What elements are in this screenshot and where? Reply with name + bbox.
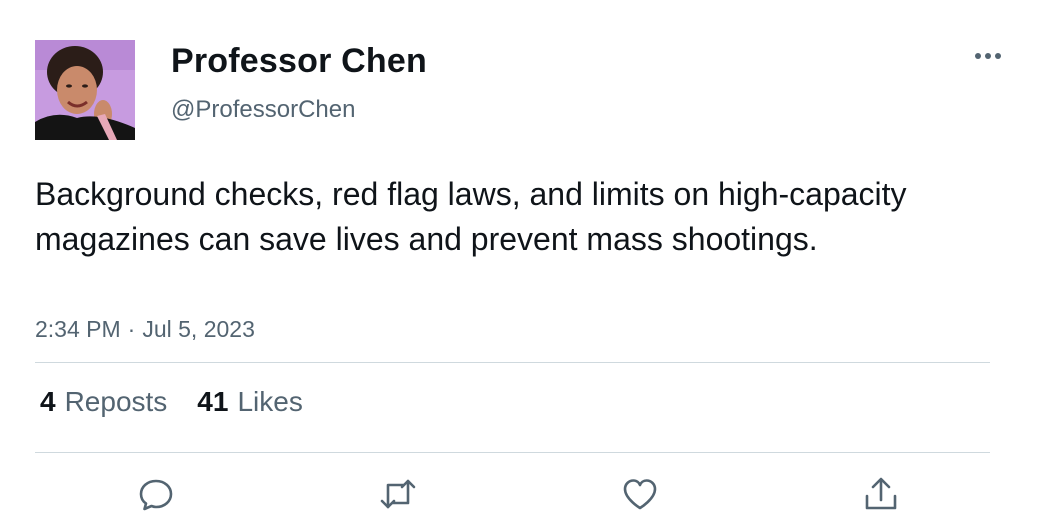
likes-count: 41 [197,386,229,417]
share-button[interactable] [859,474,903,514]
reply-icon [139,479,173,511]
reposts-stat[interactable]: 4 Reposts [40,386,167,418]
timestamp-separator: · [127,316,136,342]
likes-stat[interactable]: 41 Likes [197,386,303,418]
repost-button[interactable] [376,474,420,514]
avatar[interactable] [35,40,135,140]
more-icon [975,53,1001,59]
display-name[interactable]: Professor Chen [171,42,427,81]
like-button[interactable] [618,474,662,514]
divider [35,452,990,453]
reposts-count: 4 [40,386,56,417]
tweet-time: 2:34 PM [35,316,121,342]
divider [35,362,990,363]
avatar-image [35,40,135,140]
tweet-date: Jul 5, 2023 [142,316,255,342]
heart-icon [623,479,657,510]
timestamp[interactable]: 2:34 PM · Jul 5, 2023 [35,316,255,343]
reposts-label: Reposts [64,386,168,417]
user-handle[interactable]: @ProfessorChen [171,96,355,124]
tweet-card: Professor Chen @ProfessorChen Background… [0,0,1050,525]
engagement-stats: 4 Reposts 41 Likes [40,386,303,418]
action-bar [0,474,1050,514]
share-icon [865,477,897,510]
reply-button[interactable] [134,474,178,514]
repost-icon [380,479,416,509]
tweet-text: Background checks, red flag laws, and li… [35,176,907,257]
more-options-button[interactable] [970,40,1006,72]
likes-label: Likes [237,386,303,417]
